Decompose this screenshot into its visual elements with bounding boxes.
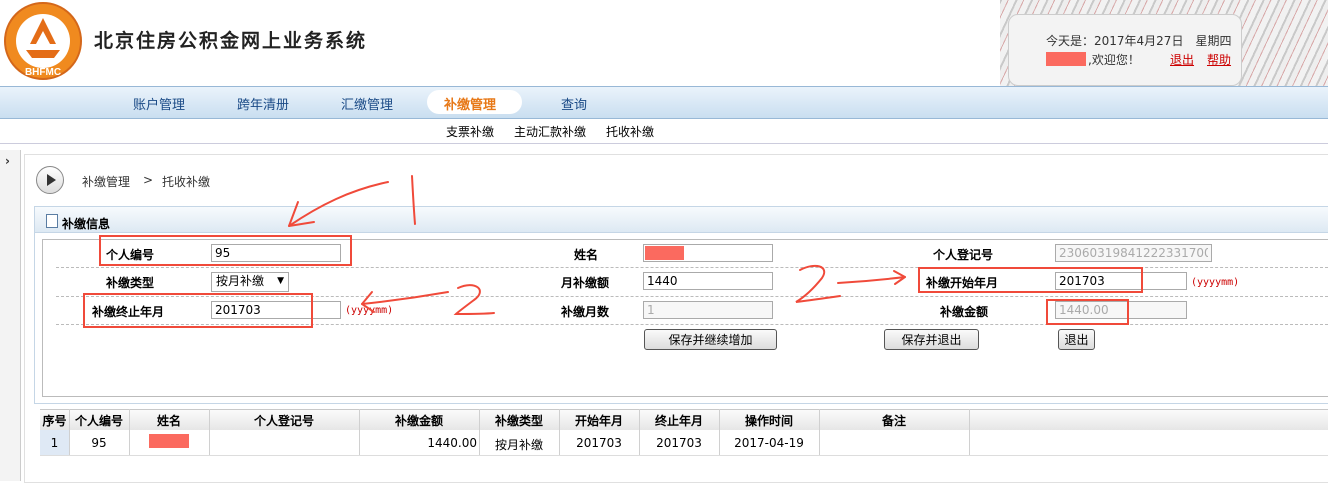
col-header-reg-no: 个人登记号 [253, 414, 314, 428]
cell-seq: 1 [50, 436, 59, 450]
cell-time: 2017-04-19 [734, 436, 804, 450]
col-header-name: 姓名 [156, 414, 181, 428]
col-header-note: 备注 [881, 414, 906, 428]
cell-type: 按月补缴 [494, 438, 543, 452]
col-header-amount: 补缴金额 [394, 414, 443, 428]
cell-end: 201703 [656, 436, 702, 450]
cell-amount: 1440.00 [427, 436, 477, 450]
col-divider [969, 409, 970, 455]
col-header-type: 补缴类型 [494, 414, 543, 428]
cell-person-no: 95 [91, 436, 107, 450]
col-header-time: 操作时间 [744, 414, 793, 428]
cell-start: 201703 [576, 436, 622, 450]
col-header-seq: 序号 [42, 414, 67, 428]
col-header-person-no: 个人编号 [74, 414, 123, 428]
col-header-end: 终止年月 [654, 414, 703, 428]
col-header-start: 开始年月 [574, 414, 623, 428]
redacted-name-cell [149, 434, 189, 448]
